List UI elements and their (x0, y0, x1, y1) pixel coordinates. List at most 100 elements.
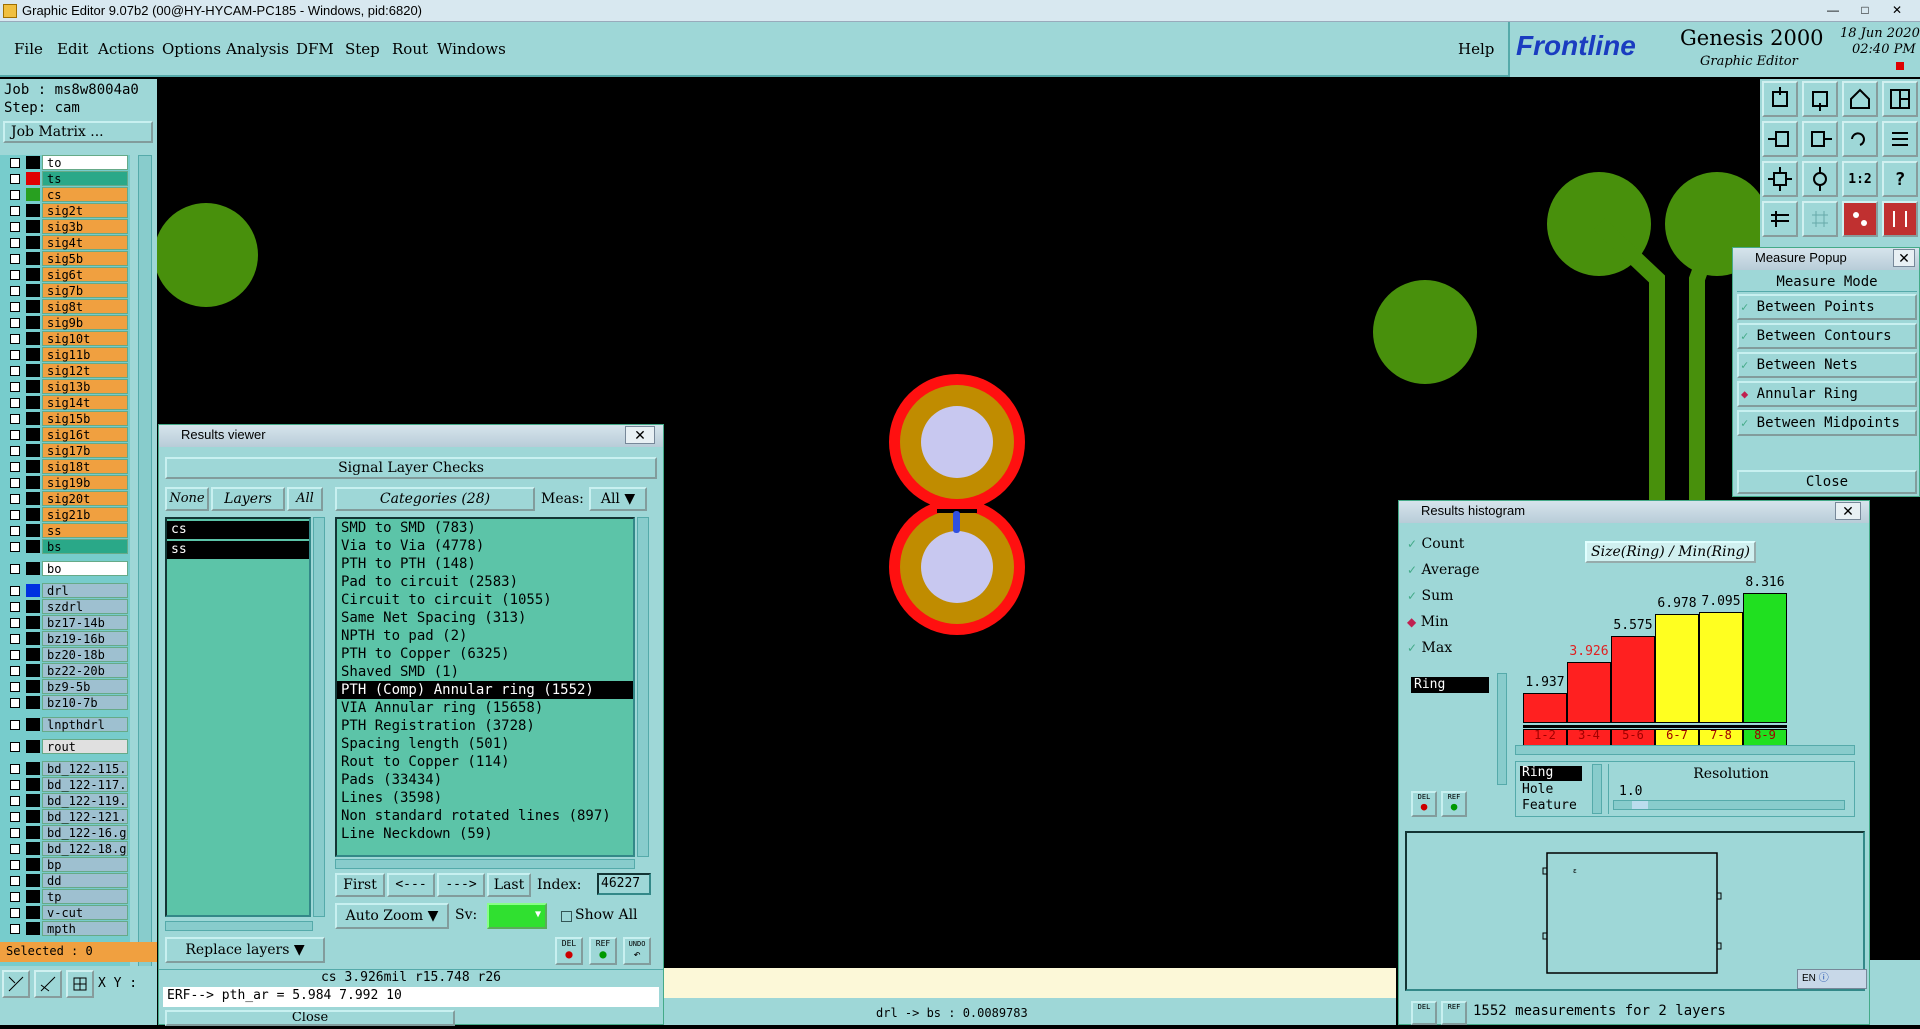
layer-color-swatch[interactable] (26, 648, 40, 661)
layer-checkbox[interactable] (10, 526, 20, 536)
layer-checkbox[interactable] (10, 478, 20, 488)
category-hscrollbar[interactable] (335, 859, 635, 869)
layer-color-swatch[interactable] (26, 380, 40, 393)
grid-view-icon[interactable] (1802, 201, 1838, 237)
layer-name[interactable]: bd_122-121. (42, 809, 128, 824)
layer-row-bz9-5b[interactable]: bz9-5b (6, 679, 128, 694)
layer-row-bs[interactable]: bs (6, 539, 128, 554)
layer-color-swatch[interactable] (26, 172, 40, 185)
close-icon[interactable]: ✕ (1893, 249, 1915, 267)
layer-color-swatch[interactable] (26, 794, 40, 807)
layer-color-swatch[interactable] (26, 428, 40, 441)
job-matrix-button[interactable]: Job Matrix ... (3, 121, 153, 143)
layer-row-ss[interactable]: ss (6, 523, 128, 538)
category-item[interactable]: Circuit to circuit (1055) (337, 591, 633, 609)
layer-checkbox[interactable] (10, 796, 20, 806)
layer-row-to[interactable]: to (6, 155, 128, 170)
layer-checkbox[interactable] (10, 720, 20, 730)
layer-row-sig2t[interactable]: sig2t (6, 203, 128, 218)
layer-checkbox[interactable] (10, 238, 20, 248)
minimize-button[interactable]: — (1820, 2, 1846, 19)
layer-color-swatch[interactable] (26, 492, 40, 505)
layer-row-bd_122-16.g[interactable]: bd_122-16.g (6, 825, 128, 840)
layer-name[interactable]: ss (42, 523, 128, 538)
language-indicator[interactable]: EN ⓘ (1797, 969, 1867, 989)
layer-checkbox[interactable] (10, 286, 20, 296)
layer-row-bz19-16b[interactable]: bz19-16b (6, 631, 128, 646)
category-item[interactable]: PTH (Comp) Annular ring (1552) (337, 681, 633, 699)
layer-checkbox[interactable] (10, 494, 20, 504)
layer-checkbox[interactable] (10, 206, 20, 216)
layer-name[interactable]: tp (42, 889, 128, 904)
menu-rout[interactable]: Rout (392, 40, 428, 58)
layer-row-v-cut[interactable]: v-cut (6, 905, 128, 920)
layer-row-bz22-20b[interactable]: bz22-20b (6, 663, 128, 678)
layer-list-hscrollbar[interactable] (165, 921, 313, 931)
measure-option-annular-ring[interactable]: ◆ Annular Ring (1737, 381, 1917, 407)
board-preview[interactable]: ε (1405, 831, 1865, 991)
zoom-fit-icon[interactable] (1762, 161, 1798, 197)
stat-option-sum[interactable]: ✓ Sum (1407, 585, 1505, 611)
layer-row-sig7b[interactable]: sig7b (6, 283, 128, 298)
menu-analysis[interactable]: Analysis (226, 40, 289, 58)
layer-color-swatch[interactable] (26, 476, 40, 489)
layer-name[interactable]: sig19b (42, 475, 128, 490)
layer-row-sig12t[interactable]: sig12t (6, 363, 128, 378)
layer-color-swatch[interactable] (26, 188, 40, 201)
netlist-tool-icon[interactable] (1882, 201, 1918, 237)
measure-close-button[interactable]: Close (1737, 470, 1917, 494)
auto-zoom-dropdown[interactable]: Auto Zoom ▼ (335, 903, 449, 929)
layer-checkbox[interactable] (10, 462, 20, 472)
layer-list-scrollbar[interactable] (313, 517, 325, 917)
category-item[interactable]: Pad to circuit (2583) (337, 573, 633, 591)
index-input[interactable]: 46227 (597, 873, 651, 895)
layer-checkbox[interactable] (10, 158, 20, 168)
result-layer-list[interactable]: cs ss (165, 517, 311, 917)
layer-color-swatch[interactable] (26, 444, 40, 457)
layer-row-bd_122-117.[interactable]: bd_122-117. (6, 777, 128, 792)
layer-checkbox[interactable] (10, 446, 20, 456)
layer-row-bz20-18b[interactable]: bz20-18b (6, 647, 128, 662)
layer-name[interactable]: bo (42, 561, 128, 576)
category-item[interactable]: SMD to SMD (783) (337, 519, 633, 537)
layer-row-sig16t[interactable]: sig16t (6, 427, 128, 442)
layer-checkbox[interactable] (10, 510, 20, 520)
menu-file[interactable]: File (14, 40, 43, 58)
stat-option-max[interactable]: ✓ Max (1407, 637, 1505, 663)
category-item[interactable]: Line Neckdown (59) (337, 825, 633, 843)
toolbar-icon-2[interactable] (1802, 81, 1838, 117)
layer-row-drl[interactable]: drl (6, 583, 128, 598)
zoom-center-icon[interactable] (1802, 161, 1838, 197)
drc-tool-icon[interactable] (1842, 201, 1878, 237)
category-item[interactable]: PTH to PTH (148) (337, 555, 633, 573)
replace-layers-dropdown[interactable]: Replace layers ▼ (165, 937, 325, 963)
layer-scrollbar[interactable] (138, 155, 152, 1015)
first-button[interactable]: First (335, 873, 385, 897)
layer-checkbox[interactable] (10, 174, 20, 184)
layer-color-swatch[interactable] (26, 412, 40, 425)
layer-name[interactable]: bz22-20b (42, 663, 128, 678)
menu-help[interactable]: Help (1458, 40, 1494, 58)
layer-row-ts[interactable]: ts (6, 171, 128, 186)
layer-checkbox[interactable] (10, 564, 20, 574)
close-icon[interactable]: ✕ (625, 426, 655, 444)
layer-row-bz17-14b[interactable]: bz17-14b (6, 615, 128, 630)
layer-row-lnpthdrl[interactable]: lnpthdrl (6, 717, 128, 732)
histogram-bar[interactable] (1743, 593, 1787, 723)
histogram-bar[interactable] (1523, 693, 1567, 723)
toolbar-icon-1[interactable] (1762, 81, 1798, 117)
layer-name[interactable]: bz9-5b (42, 679, 128, 694)
layer-color-swatch[interactable] (26, 632, 40, 645)
layer-checkbox[interactable] (10, 414, 20, 424)
layer-color-swatch[interactable] (26, 332, 40, 345)
close-button[interactable]: ✕ (1884, 2, 1910, 19)
close-icon[interactable]: ✕ (1835, 502, 1861, 520)
layer-color-swatch[interactable] (26, 252, 40, 265)
histogram-bar[interactable] (1567, 662, 1611, 723)
layer-row-sig19b[interactable]: sig19b (6, 475, 128, 490)
layer-name[interactable]: szdrl (42, 599, 128, 614)
menu-dfm[interactable]: DFM (296, 40, 334, 58)
undo-button[interactable]: UNDO ↶ (623, 937, 651, 965)
layer-row-bo[interactable]: bo (6, 561, 128, 576)
layer-row-mpth[interactable]: mpth (6, 921, 128, 936)
